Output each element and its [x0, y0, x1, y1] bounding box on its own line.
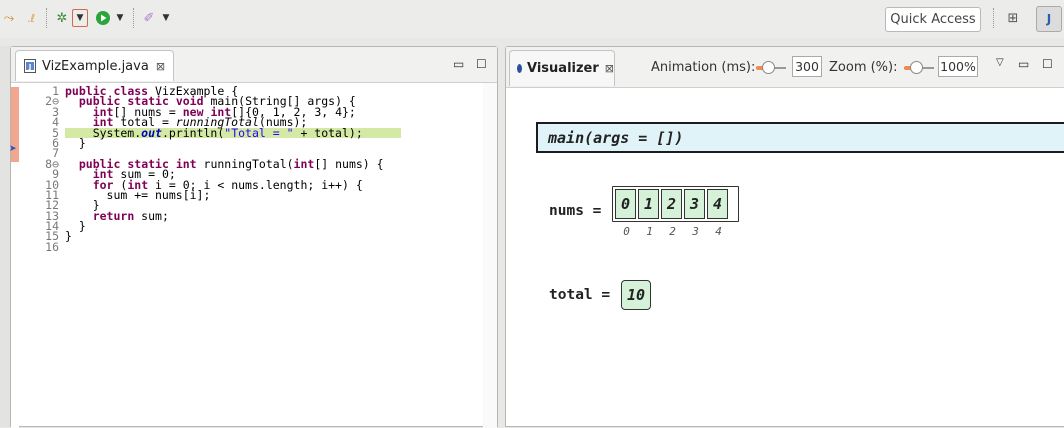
editor-left-gutter: ➤ — [9, 83, 19, 428]
array-index: 2 — [669, 225, 676, 238]
current-code-line[interactable]: System.out.println("Total = " + total); — [65, 127, 401, 139]
minimize-icon[interactable]: ▭ — [1018, 57, 1029, 71]
svg-text:J: J — [28, 63, 32, 71]
toolbar-separator — [993, 8, 994, 28]
visualizer-tabbar: Visualizer ⊠ Animation (ms): 300 Zoom (%… — [506, 47, 1064, 88]
line-numbers: 1 2⊖ 3 4 5 6 7 8⊖ 9 10 11 12 13 14 15 16 — [19, 85, 59, 254]
close-icon[interactable]: ⊠ — [156, 60, 165, 73]
close-icon[interactable]: ⊠ — [605, 62, 614, 75]
array-cell: 0 — [615, 189, 636, 219]
debug-history-icon[interactable]: .ℓ — [20, 9, 42, 27]
line-number: 16 — [45, 239, 59, 254]
bug-dropdown-icon[interactable]: ▼ — [72, 9, 88, 27]
stack-frame: main(args = []) — [536, 122, 1064, 153]
run-history-icon[interactable]: ⤳ — [2, 9, 16, 27]
code-line[interactable]: ​ — [65, 242, 485, 252]
tab-label: Visualizer — [527, 61, 599, 76]
array-cell: 4 — [707, 189, 728, 219]
editor-scrollbar[interactable] — [483, 83, 497, 428]
toolbar-separator — [46, 8, 47, 28]
maximize-icon[interactable]: ☐ — [476, 57, 487, 71]
minimize-icon[interactable]: ▭ — [453, 57, 464, 71]
pen-dropdown-icon[interactable]: ▼ — [160, 9, 172, 27]
tab-visualizer[interactable]: Visualizer ⊠ — [509, 50, 615, 86]
animation-slider[interactable] — [756, 61, 786, 74]
array-index: 1 — [646, 225, 653, 238]
total-label: total = — [549, 287, 611, 303]
open-perspective-icon[interactable]: ⊞ — [1004, 9, 1022, 27]
visualizer-icon — [517, 64, 523, 73]
left-edge — [0, 46, 10, 427]
code-line[interactable]: return sum; — [65, 210, 485, 222]
toolbar-separator — [133, 8, 134, 28]
nums-array: 0 1 2 3 4 — [612, 186, 739, 222]
quick-access-field[interactable]: Quick Access — [885, 7, 981, 32]
main-toolbar: ⤳ .ℓ ✲ ▼ ▼ ✐ ▼ Quick Access ⊞ J — [0, 0, 1064, 38]
current-instruction-icon: ➤ — [9, 144, 17, 154]
bug-icon[interactable]: ✲ — [53, 9, 71, 27]
array-index: 4 — [715, 225, 722, 238]
animation-value[interactable]: 300 — [792, 56, 822, 77]
zoom-value[interactable]: 100% — [938, 56, 978, 77]
zoom-label: Zoom (%): — [829, 60, 898, 75]
maximize-icon[interactable]: ☐ — [1042, 57, 1053, 71]
pen-icon[interactable]: ✐ — [140, 9, 158, 27]
java-perspective-icon[interactable]: J — [1036, 6, 1062, 32]
array-cell: 3 — [684, 189, 705, 219]
tab-vizexample-java[interactable]: J VizExample.java ⊠ — [15, 50, 175, 81]
total-value: 10 — [621, 280, 651, 310]
visualizer-panel: Visualizer ⊠ Animation (ms): 300 Zoom (%… — [505, 46, 1064, 427]
java-file-icon: J — [24, 59, 36, 73]
code-area[interactable]: public class VizExample { public static … — [65, 85, 485, 252]
array-index: 0 — [623, 225, 630, 238]
run-dropdown-icon[interactable]: ▼ — [114, 9, 126, 27]
tab-label: VizExample.java — [42, 58, 149, 74]
array-cell: 2 — [661, 189, 682, 219]
editor-tabbar: J VizExample.java ⊠ ▭ ☐ — [11, 47, 497, 83]
code-line[interactable]: } — [65, 230, 485, 242]
java-editor: J VizExample.java ⊠ ▭ ☐ ➤ 1 2⊖ 3 4 5 6 7… — [9, 46, 498, 428]
zoom-slider[interactable] — [904, 61, 934, 74]
run-icon[interactable] — [94, 9, 112, 27]
nums-label: nums = — [549, 203, 602, 219]
array-index: 3 — [692, 225, 699, 238]
view-menu-icon[interactable]: ▽ — [996, 57, 1004, 68]
array-cell: 1 — [638, 189, 659, 219]
animation-label: Animation (ms): — [651, 60, 756, 75]
